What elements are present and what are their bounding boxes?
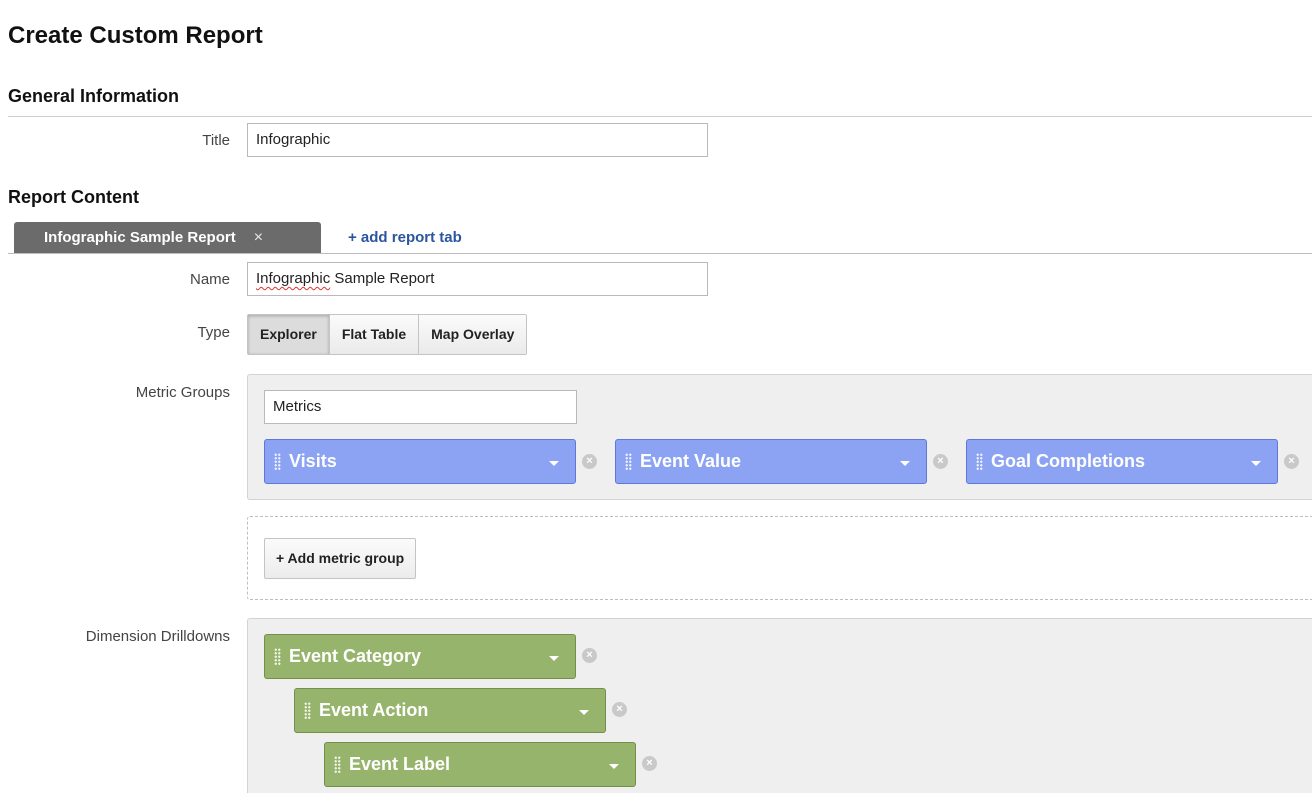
type-map-overlay-button[interactable]: Map Overlay <box>419 315 527 354</box>
remove-circle-icon[interactable]: × <box>642 756 657 771</box>
add-report-tab-link[interactable]: + add report tab <box>348 229 462 246</box>
metric-chip-label: Event Value <box>640 451 742 471</box>
title-input[interactable]: Infographic <box>247 123 708 157</box>
tab-bar-divider <box>8 253 1312 254</box>
dimension-chip-event-category[interactable]: Event Category <box>264 634 576 679</box>
caret-down-icon[interactable] <box>549 461 559 466</box>
caret-down-icon[interactable] <box>900 461 910 466</box>
metric-chip-label: Goal Completions <box>991 451 1146 471</box>
metric-groups-label: Metric Groups <box>135 384 230 401</box>
caret-down-icon[interactable] <box>549 656 559 661</box>
drag-handle-icon[interactable] <box>976 453 983 470</box>
dimension-chip-label: Event Category <box>289 646 422 666</box>
type-label: Type <box>197 324 230 341</box>
dimension-drilldowns-label: Dimension Drilldowns <box>85 628 230 645</box>
remove-circle-icon[interactable]: × <box>933 454 948 469</box>
remove-circle-icon[interactable]: × <box>1284 454 1299 469</box>
report-content-heading: Report Content <box>8 187 139 207</box>
metric-chip-label: Visits <box>289 451 337 471</box>
caret-down-icon[interactable] <box>1251 461 1261 466</box>
caret-down-icon[interactable] <box>609 764 619 769</box>
drag-handle-icon[interactable] <box>274 453 281 470</box>
metric-chip-visits[interactable]: Visits <box>264 439 576 484</box>
misspelled-word: Infographic <box>256 270 331 287</box>
metric-chip-goal-completions[interactable]: Goal Completions <box>966 439 1278 484</box>
metric-chip-event-value[interactable]: Event Value <box>615 439 927 484</box>
drag-handle-icon[interactable] <box>334 756 341 773</box>
section-divider <box>8 116 1312 117</box>
tab-label: Infographic Sample Report <box>44 229 236 246</box>
name-input[interactable]: Infographic Sample Report <box>247 262 708 296</box>
drag-handle-icon[interactable] <box>274 648 281 665</box>
type-explorer-button[interactable]: Explorer <box>248 315 330 354</box>
drag-handle-icon[interactable] <box>304 702 311 719</box>
type-flat-table-button[interactable]: Flat Table <box>329 315 420 354</box>
close-tab-icon[interactable]: × <box>254 222 263 254</box>
add-metric-group-button[interactable]: + Add metric group <box>264 538 417 579</box>
caret-down-icon[interactable] <box>579 710 589 715</box>
remove-circle-icon[interactable]: × <box>612 702 627 717</box>
dimension-chip-label: Event Label <box>349 754 451 774</box>
remove-circle-icon[interactable]: × <box>582 648 597 663</box>
dimension-chip-event-label[interactable]: Event Label <box>324 742 636 787</box>
drag-handle-icon[interactable] <box>625 453 632 470</box>
dimension-chip-label: Event Action <box>319 700 429 720</box>
name-input-text: Sample Report <box>330 270 435 287</box>
general-information-heading: General Information <box>8 86 180 106</box>
dimension-chip-event-action[interactable]: Event Action <box>294 688 606 733</box>
name-label: Name <box>189 271 230 288</box>
report-type-selector: Explorer Flat Table Map Overlay <box>247 314 528 355</box>
metric-group-name-input[interactable]: Metrics <box>264 390 577 424</box>
remove-circle-icon[interactable]: × <box>582 454 597 469</box>
page-title: Create Custom Report <box>8 22 263 49</box>
tab-infographic-sample-report[interactable]: Infographic Sample Report × <box>14 222 321 254</box>
title-label: Title <box>202 132 230 149</box>
